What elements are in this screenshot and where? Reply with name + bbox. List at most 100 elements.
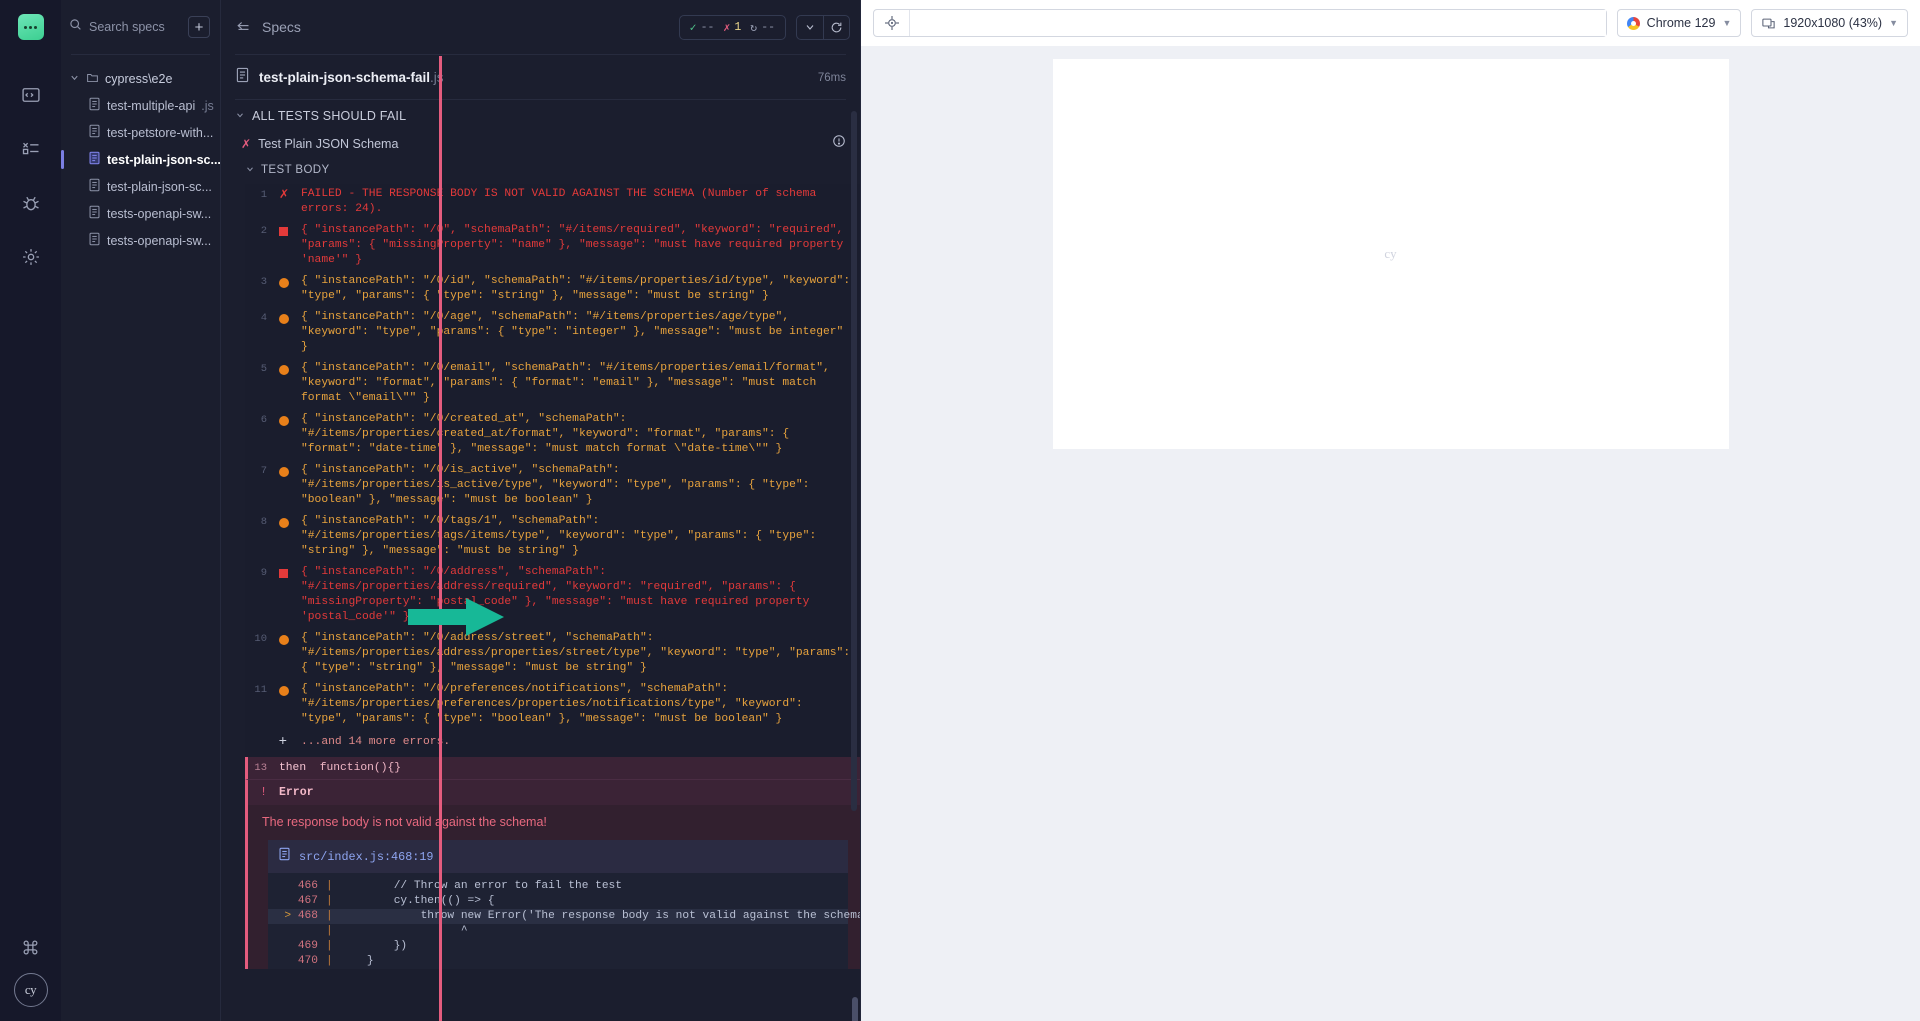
browser-label: Chrome 129 [1646, 16, 1716, 30]
log-line-number: 9 [260, 567, 267, 579]
chrome-icon [1626, 16, 1640, 30]
add-spec-button[interactable]: + [188, 16, 210, 38]
log-line-text: { "instancePath": "/0/email", "schemaPat… [301, 362, 837, 404]
sidebar-item-label: test-petstore-with... [107, 125, 214, 140]
test-body-row[interactable]: TEST BODY [235, 157, 860, 184]
rail-bottom-group: cy [0, 938, 61, 1007]
code-row: 469 | }) [268, 939, 848, 954]
avatar-label: cy [24, 982, 37, 997]
log-line-text: { "instancePath": "/0/id", "schemaPath":… [301, 275, 851, 302]
chevron-down-icon [245, 161, 255, 179]
test-list-icon[interactable] [10, 122, 52, 176]
log-line-number: 7 [260, 465, 267, 477]
chevron-down-icon [69, 72, 80, 86]
log-line[interactable]: 6 { "instancePath": "/0/created_at", "sc… [245, 409, 860, 460]
sidebar-item-label: tests-openapi-sw... [107, 206, 212, 221]
code-gutter: | [326, 955, 333, 967]
error-message: The response body is not valid against t… [262, 815, 547, 829]
red-square-icon [279, 565, 301, 625]
spec-tree-folder-cypress-e2e[interactable]: cypress\e2e [61, 65, 220, 92]
log-line-text: FAILED - THE RESPONSE BODY IS NOT VALID … [301, 188, 824, 215]
code-line-number: 470 [297, 955, 318, 967]
code-row-caret: | ^ [268, 924, 848, 939]
code-line-text: } [340, 955, 374, 967]
sidebar-item-test-plain-json-schema-fail[interactable]: test-plain-json-sc... [61, 146, 220, 173]
log-line[interactable]: 1 ✗ FAILED - THE RESPONSE BODY IS NOT VA… [245, 184, 860, 220]
reporter-title[interactable]: Specs [262, 19, 301, 35]
debug-bug-icon[interactable] [10, 176, 52, 230]
code-gutter: | [326, 940, 333, 952]
log-line[interactable]: 7 { "instancePath": "/0/is_active", "sch… [245, 460, 860, 511]
x-icon: ✗ [723, 21, 731, 35]
code-row-highlighted: > 468 | throw new Error('The response bo… [268, 909, 860, 924]
search-specs-field[interactable] [69, 18, 182, 36]
stack-file-link[interactable]: src/index.js:468:19 [299, 850, 434, 864]
cypress-avatar-icon[interactable]: cy [13, 973, 48, 1007]
sidebar-item-test-plain-json-sc-2[interactable]: test-plain-json-sc... [61, 173, 220, 200]
log-line[interactable]: 4 { "instancePath": "/0/age", "schemaPat… [245, 307, 860, 358]
cypress-logo-icon[interactable] [17, 14, 44, 40]
log-line-text: { "instancePath": "/0/tags/1", "schemaPa… [301, 515, 817, 557]
log-line[interactable]: 3 { "instancePath": "/0/id", "schemaPath… [245, 271, 860, 307]
test-stats-group: ✓ -- ✗ 1 ↻ -- [678, 14, 786, 40]
selector-playground-icon[interactable] [874, 10, 910, 36]
rerun-icon[interactable] [823, 15, 849, 39]
show-more-errors-row[interactable]: + ...and 14 more errors. [245, 730, 860, 757]
sidebar-item-tests-openapi-sw-2[interactable]: tests-openapi-sw... [61, 227, 220, 254]
chevron-down-icon[interactable] [797, 16, 823, 39]
plus-icon[interactable]: + [245, 735, 301, 749]
warning-circle-icon[interactable] [832, 134, 846, 153]
log-line[interactable]: 5 { "instancePath": "/0/email", "schemaP… [245, 358, 860, 409]
log-line[interactable]: 9 { "instancePath": "/0/address", "schem… [245, 562, 860, 628]
exclamation-icon: ! [260, 786, 267, 799]
code-icon[interactable] [10, 68, 52, 122]
chevron-down-icon: ▼ [1722, 18, 1732, 28]
back-to-specs-icon[interactable] [235, 20, 252, 35]
suite-row[interactable]: ALL TESTS SHOULD FAIL [235, 100, 860, 131]
sidebar-item-test-petstore-with[interactable]: test-petstore-with... [61, 119, 220, 146]
stack-file-row[interactable]: src/index.js:468:19 [268, 840, 848, 873]
reporter-scrollbar[interactable] [851, 111, 857, 811]
log-line[interactable]: 2 { "instancePath": "/0", "schemaPath": … [245, 220, 860, 271]
check-icon: ✓ [689, 21, 697, 35]
spec-duration: 76ms [817, 71, 846, 84]
preview-toolbar: Chrome 129 ▼ 1920x1080 (43%) ▼ [861, 0, 1920, 46]
cypress-watermark-icon: cy [1384, 246, 1397, 261]
log-line[interactable]: 10 { "instancePath": "/0/address/street"… [245, 628, 860, 679]
url-bar[interactable] [873, 9, 1607, 37]
file-icon [88, 205, 101, 222]
sidebar-item-label: tests-openapi-sw... [107, 233, 212, 248]
search-input[interactable] [89, 20, 177, 34]
orange-circle-icon [279, 682, 301, 727]
url-input[interactable] [910, 10, 1606, 36]
pending-circle-icon: ↻ [750, 21, 758, 35]
app-iframe[interactable]: cy [1052, 59, 1729, 449]
sidebar-item-tests-openapi-sw-1[interactable]: tests-openapi-sw... [61, 200, 220, 227]
test-body-label: TEST BODY [261, 164, 330, 176]
log-line[interactable]: 11 { "instancePath": "/0/preferences/not… [245, 679, 860, 730]
code-row: 466 | // Throw an error to fail the test [268, 879, 848, 894]
spec-title-text: test-plain-json-schema-fail [259, 70, 431, 85]
spec-title: test-plain-json-schema-fail.js [259, 70, 444, 85]
log-line[interactable]: 8 { "instancePath": "/0/tags/1", "schema… [245, 511, 860, 562]
viewport-selector[interactable]: 1920x1080 (43%) ▼ [1751, 9, 1908, 37]
stat-failed: ✗ 1 [723, 20, 741, 35]
reporter-controls [796, 14, 850, 40]
annotation-arrow-icon [408, 598, 504, 636]
sidebar-item-test-multiple-api[interactable]: test-multiple-api .js [61, 92, 220, 119]
code-caret-marker: ^ [340, 925, 468, 937]
specs-sidebar: + cypress\e2e [61, 0, 221, 1021]
then-command-row[interactable]: 13 then function(){} [245, 757, 860, 779]
log-line-number: 11 [254, 684, 267, 696]
log-line-text: { "instancePath": "/0", "schemaPath": "#… [301, 224, 851, 266]
test-row-failed[interactable]: ✗ Test Plain JSON Schema [235, 131, 860, 157]
file-icon [88, 178, 101, 195]
sidebar-item-ext: .js [201, 98, 214, 113]
chevron-down-icon: ▼ [1889, 18, 1898, 28]
error-panel-scrollbar[interactable] [852, 997, 858, 1021]
settings-gear-icon[interactable] [10, 230, 52, 284]
failing-test-indicator-bar [439, 56, 442, 1021]
folder-icon [86, 71, 99, 87]
browser-selector[interactable]: Chrome 129 ▼ [1616, 9, 1742, 37]
command-key-icon[interactable] [10, 938, 52, 957]
